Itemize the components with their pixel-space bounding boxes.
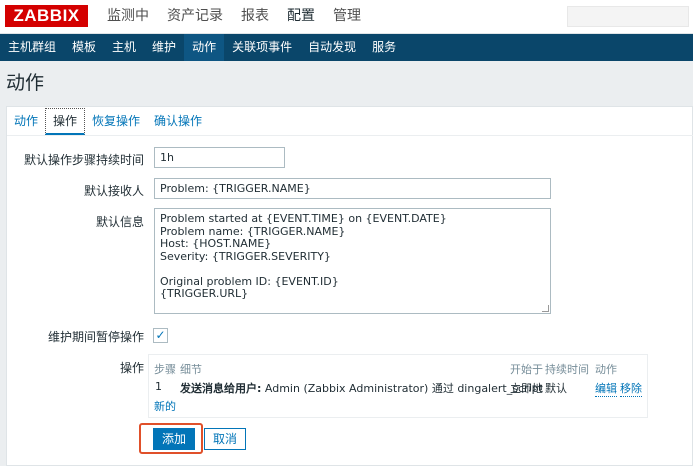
header-action: 动作 [595, 363, 617, 376]
tab-action[interactable]: 动作 [7, 107, 45, 135]
row-details: 发送消息给用户: Admin (Zabbix Administrator) 通过… [180, 380, 543, 396]
zabbix-logo[interactable]: ZABBIX [5, 5, 88, 27]
submenu-hosts[interactable]: 主机 [104, 34, 144, 61]
pause-label: 维护期间暂停操作 [47, 330, 144, 344]
operations-table: 步骤 细节 开始于 持续时间 动作 1 发送消息给用户: Admin (Zabb… [148, 354, 648, 418]
submenu-host-groups[interactable]: 主机群组 [0, 34, 64, 61]
header-start-in: 开始于 [510, 363, 543, 376]
tab-recovery-operations[interactable]: 恢复操作 [85, 107, 147, 135]
submenu-templates[interactable]: 模板 [64, 34, 104, 61]
edit-link[interactable]: 编辑 [595, 380, 617, 397]
pause-checkbox[interactable]: ✓ [153, 328, 168, 343]
row-duration: 默认 [545, 382, 567, 395]
new-operation-link[interactable]: 新的 [154, 398, 176, 414]
message-textarea[interactable]: Problem started at {EVENT.TIME} on {EVEN… [154, 208, 551, 314]
sub-menu: 主机群组 模板 主机 维护 动作 关联项事件 自动发现 服务 [0, 34, 693, 61]
form-tabs: 动作 操作 恢复操作 确认操作 [7, 107, 209, 135]
check-icon: ✓ [155, 328, 166, 342]
cancel-button[interactable]: 取消 [204, 428, 246, 450]
add-button[interactable]: 添加 [153, 428, 195, 450]
message-text: Problem started at {EVENT.TIME} on {EVEN… [160, 212, 447, 300]
row-details-rest: Admin (Zabbix Administrator) 通过 dingaler… [261, 382, 543, 395]
menu-configuration[interactable]: 配置 [278, 0, 324, 34]
message-label: 默认信息 [95, 215, 144, 229]
step-duration-label: 默认操作步骤持续时间 [23, 153, 144, 167]
submenu-actions[interactable]: 动作 [184, 34, 225, 61]
operations-label: 操作 [119, 361, 144, 375]
search-input[interactable] [567, 6, 689, 27]
header-steps: 步骤 [154, 363, 176, 376]
step-duration-input[interactable]: 1h [154, 147, 285, 168]
main-menu: 监测中 资产记录 报表 配置 管理 [98, 0, 370, 34]
header-duration: 持续时间 [545, 363, 589, 376]
header-details: 细节 [180, 363, 202, 376]
row-start-in: 立即地 [510, 382, 543, 395]
row-details-bold: 发送消息给用户: [180, 382, 262, 395]
submenu-maintenance[interactable]: 维护 [144, 34, 184, 61]
submenu-event-correlation[interactable]: 关联项事件 [224, 34, 300, 61]
remove-link[interactable]: 移除 [620, 380, 642, 397]
submenu-discovery[interactable]: 自动发现 [300, 34, 364, 61]
submenu-services[interactable]: 服务 [364, 34, 404, 61]
menu-administration[interactable]: 管理 [324, 0, 370, 34]
tab-operations[interactable]: 操作 [45, 108, 86, 135]
tab-acknowledge-operations[interactable]: 确认操作 [147, 107, 209, 135]
menu-reports[interactable]: 报表 [232, 0, 278, 34]
top-header: ZABBIX 监测中 资产记录 报表 配置 管理 [0, 0, 693, 34]
subject-label: 默认接收人 [83, 184, 144, 198]
menu-monitoring[interactable]: 监测中 [98, 0, 158, 34]
row-step: 1 [155, 380, 162, 393]
resize-handle[interactable] [542, 305, 549, 312]
menu-inventory[interactable]: 资产记录 [158, 0, 232, 34]
tabs-divider [7, 135, 693, 136]
page-title: 动作 [6, 72, 45, 94]
subject-input[interactable]: Problem: {TRIGGER.NAME} [154, 178, 551, 199]
